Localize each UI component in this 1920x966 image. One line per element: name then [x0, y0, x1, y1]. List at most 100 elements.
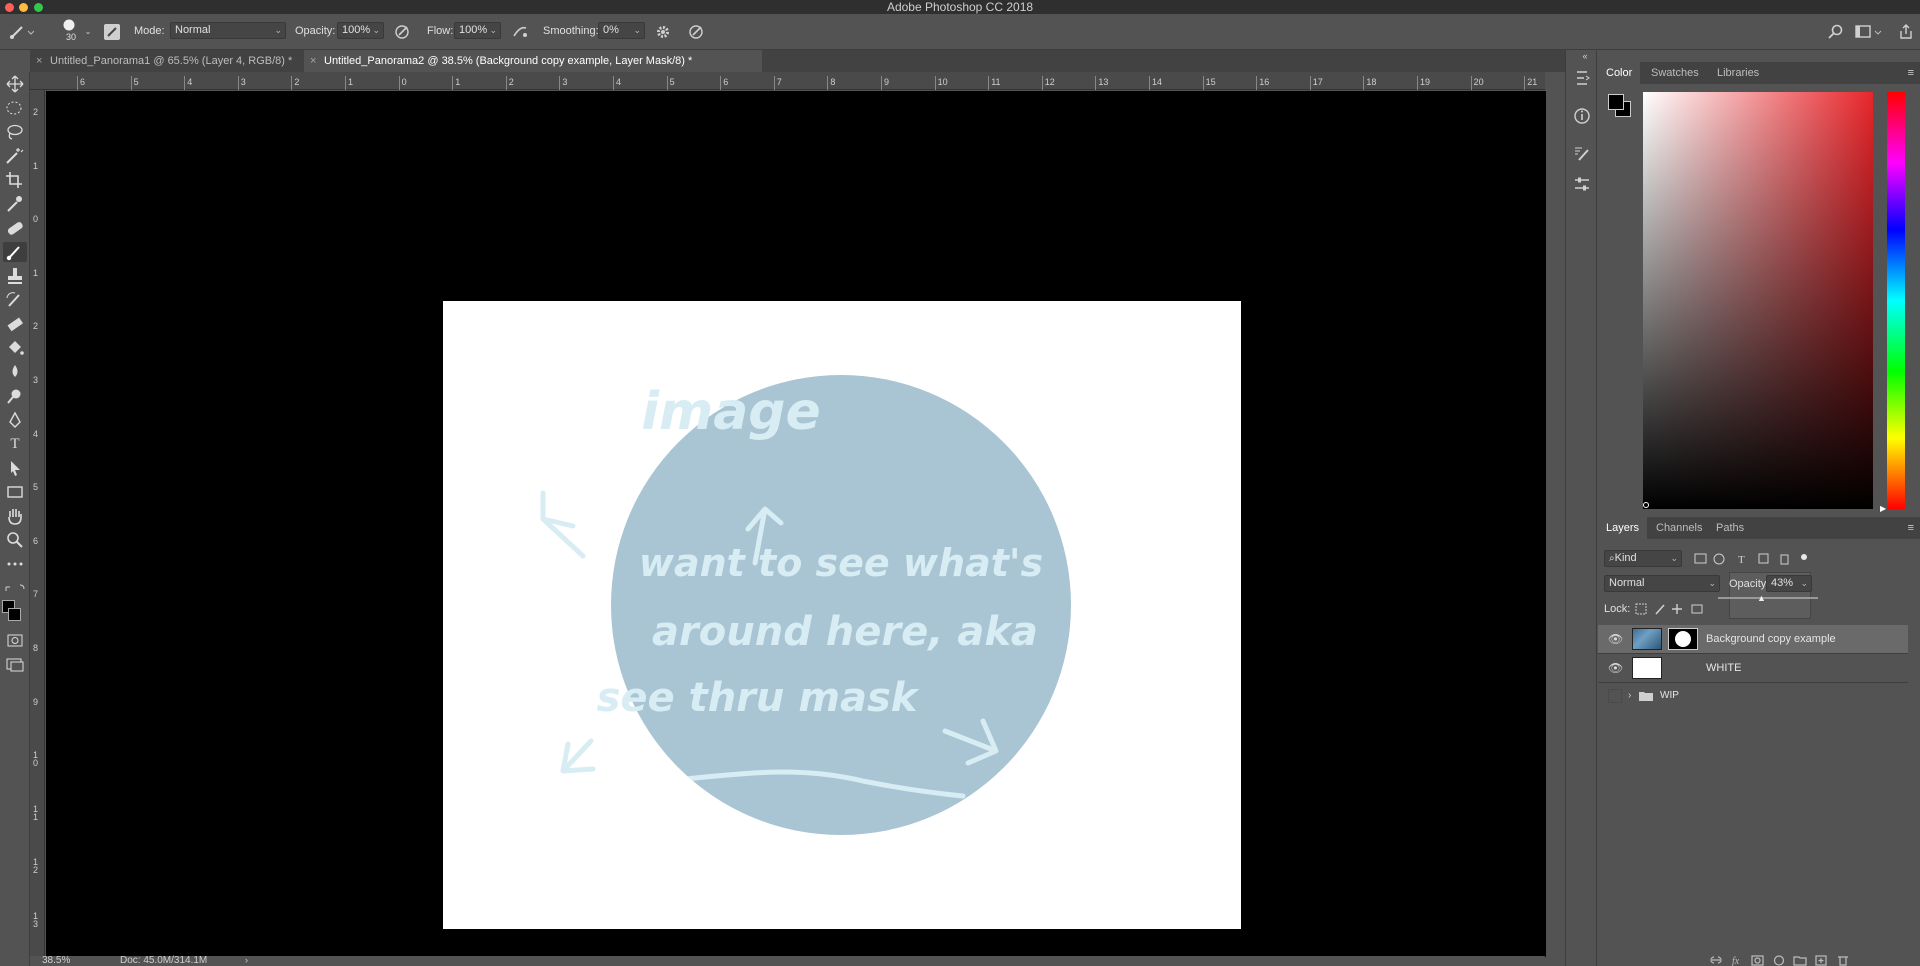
- history-brush-tool-icon[interactable]: [3, 290, 27, 310]
- close-icon[interactable]: ×: [36, 50, 42, 72]
- tab-swatches[interactable]: Swatches: [1643, 62, 1707, 84]
- tab-layers[interactable]: Layers: [1598, 517, 1648, 539]
- tab-channels[interactable]: Channels: [1648, 517, 1710, 539]
- move-tool-icon[interactable]: [3, 74, 27, 94]
- chevron-down-icon: ⌄: [489, 25, 497, 35]
- opacity-label: Opacity:: [295, 25, 336, 37]
- hue-slider[interactable]: [1887, 92, 1905, 509]
- visibility-eye-icon[interactable]: 👁: [1608, 661, 1623, 675]
- doc-size: Doc: 45.0M/314.1M: [120, 955, 208, 966]
- gear-icon[interactable]: [654, 23, 672, 41]
- collapse-panels-icon[interactable]: «: [1575, 46, 1595, 66]
- tools-panel: T: [0, 72, 30, 966]
- blur-tool-icon[interactable]: [3, 362, 27, 382]
- ruler-tick-label: 7: [776, 77, 782, 87]
- brush-settings-icon[interactable]: [1572, 144, 1592, 164]
- ruler-tick: [452, 76, 454, 90]
- ruler-tick: [130, 76, 132, 90]
- tab-color[interactable]: Color: [1598, 62, 1641, 84]
- path-selection-tool-icon[interactable]: [3, 458, 27, 478]
- clone-stamp-tool-icon[interactable]: [3, 266, 27, 286]
- layer-name: WIP: [1660, 690, 1679, 701]
- layer-filter-dropdown[interactable]: ⌕Kind ⌄: [1604, 550, 1682, 567]
- canvas-area[interactable]: image want to see what's around here, ak…: [46, 91, 1546, 957]
- horizontal-ruler: 6 5 4 3 2 1 0 1 2 3 4 5 6 7 8 9 10 11 12 13 14 15 16 17 18 19 20 21: [30, 72, 1545, 90]
- visibility-toggle-empty[interactable]: [1608, 689, 1622, 703]
- opacity-slider-track[interactable]: [1718, 597, 1818, 599]
- color-picker-cursor[interactable]: [1643, 502, 1649, 508]
- workspace-switcher-icon[interactable]: [1854, 23, 1884, 41]
- brush-tool-preset-icon[interactable]: [8, 24, 34, 40]
- layer-row-white[interactable]: 👁 WHITE: [1598, 654, 1908, 682]
- lock-icons[interactable]: [1634, 602, 1714, 616]
- layer-row-background-copy-example[interactable]: 👁 Background copy example: [1598, 625, 1908, 653]
- blend-mode-dropdown[interactable]: Normal ⌄: [1604, 575, 1720, 592]
- blend-mode-value: Normal: [1609, 577, 1645, 589]
- pen-tool-icon[interactable]: [3, 410, 27, 430]
- quick-mask-icon[interactable]: [3, 630, 27, 650]
- adjustments-icon[interactable]: [1572, 174, 1592, 194]
- brush-panel-toggle-icon[interactable]: [103, 23, 121, 41]
- foreground-color-chip[interactable]: [1608, 94, 1624, 110]
- chevron-down-icon: ⌄: [372, 25, 380, 35]
- rectangle-tool-icon[interactable]: [3, 482, 27, 502]
- swap-colors-icon[interactable]: [3, 582, 27, 602]
- smoothing-field[interactable]: 0% ⌄: [598, 22, 645, 39]
- info-icon[interactable]: [1572, 106, 1592, 126]
- more-tools-icon[interactable]: [3, 554, 27, 574]
- zoom-tool-icon[interactable]: [3, 530, 27, 550]
- chevron-down-icon[interactable]: ⌄: [84, 24, 92, 40]
- search-icon[interactable]: [1827, 23, 1845, 41]
- ruler-tick-label: 5: [133, 77, 139, 87]
- share-icon[interactable]: [1897, 23, 1915, 41]
- airbrush-icon[interactable]: [511, 23, 529, 41]
- tab-paths[interactable]: Paths: [1708, 517, 1752, 539]
- eyedropper-tool-icon[interactable]: [3, 194, 27, 214]
- layer-name: Background copy example: [1706, 633, 1836, 645]
- layer-mask-thumbnail[interactable]: [1668, 628, 1698, 650]
- layer-opacity-field[interactable]: 43% ⌄: [1766, 575, 1812, 592]
- hue-slider-handle[interactable]: ▶: [1880, 504, 1886, 513]
- tab-libraries[interactable]: Libraries: [1709, 62, 1767, 84]
- visibility-eye-icon[interactable]: 👁: [1608, 632, 1623, 646]
- chevron-down-icon: ⌄: [274, 25, 282, 35]
- healing-brush-tool-icon[interactable]: [3, 218, 27, 238]
- ruler-tick-label: 6: [723, 77, 729, 87]
- background-color-swatch[interactable]: [8, 608, 21, 621]
- flow-field[interactable]: 100% ⌄: [454, 22, 501, 39]
- close-icon[interactable]: ×: [310, 50, 316, 72]
- ruler-tick-label: 17: [1312, 77, 1323, 87]
- chevron-right-icon[interactable]: ›: [245, 955, 248, 965]
- ruler-tick-label: 2: [294, 77, 300, 87]
- color-field[interactable]: [1643, 92, 1873, 509]
- zoom-level[interactable]: 38.5%: [42, 955, 70, 966]
- pressure-opacity-icon[interactable]: [393, 23, 411, 41]
- opacity-field[interactable]: 100% ⌄: [337, 22, 384, 39]
- document-tab-panorama1[interactable]: × Untitled_Panorama1 @ 65.5% (Layer 4, R…: [30, 50, 304, 72]
- type-tool-icon[interactable]: T: [3, 434, 27, 454]
- ruler-tick-label: 1: [33, 160, 39, 171]
- crop-tool-icon[interactable]: [3, 170, 27, 190]
- brush-tool-icon[interactable]: [3, 242, 27, 262]
- screen-mode-icon[interactable]: [3, 654, 27, 674]
- document-tab-panorama2[interactable]: × Untitled_Panorama2 @ 38.5% (Background…: [304, 50, 762, 72]
- ruler-tick: [1149, 76, 1150, 90]
- mode-dropdown[interactable]: Normal ⌄: [170, 22, 286, 39]
- marquee-tool-icon[interactable]: [3, 98, 27, 118]
- magic-wand-tool-icon[interactable]: [3, 146, 27, 166]
- chevron-right-icon[interactable]: ›: [1628, 682, 1631, 710]
- svg-text:fx: fx: [1732, 956, 1740, 966]
- history-panel-icon[interactable]: [1572, 68, 1592, 88]
- brush-preset-picker[interactable]: 30: [60, 18, 82, 42]
- pressure-size-icon[interactable]: [687, 23, 705, 41]
- document-canvas[interactable]: image want to see what's around here, ak…: [443, 301, 1241, 929]
- eraser-tool-icon[interactable]: [3, 314, 27, 334]
- lasso-tool-icon[interactable]: [3, 122, 27, 142]
- hand-tool-icon[interactable]: [3, 506, 27, 526]
- paint-bucket-tool-icon[interactable]: [3, 338, 27, 358]
- panel-menu-icon[interactable]: ≡: [1908, 522, 1914, 534]
- panel-menu-icon[interactable]: ≡: [1908, 67, 1914, 79]
- opacity-slider-handle[interactable]: ▲: [1757, 593, 1766, 603]
- dodge-tool-icon[interactable]: [3, 386, 27, 406]
- layer-row-wip[interactable]: › WIP: [1598, 682, 1908, 710]
